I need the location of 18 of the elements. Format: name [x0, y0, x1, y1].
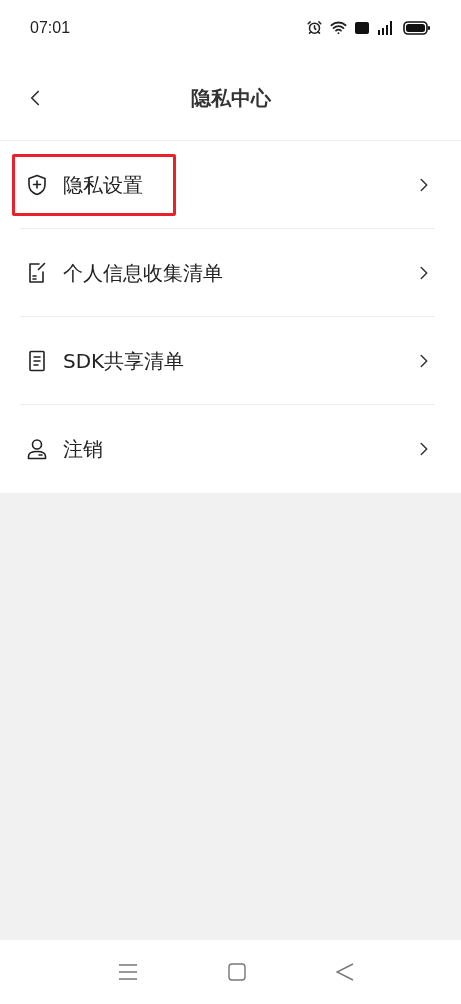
wifi-icon: [330, 19, 347, 36]
menu-item[interactable]: 隐私设置: [12, 154, 176, 216]
menu-item-label: SDK共享清单: [63, 348, 185, 375]
shield-plus-icon: [25, 173, 49, 197]
status-time: 07:01: [30, 17, 71, 38]
signal-icon: [377, 20, 395, 35]
menu-item-label: 注销: [63, 436, 103, 463]
alarm-icon: [307, 20, 322, 35]
menu-item-label: 个人信息收集清单: [63, 260, 223, 287]
menu-item[interactable]: SDK共享清单: [12, 330, 196, 392]
home-icon[interactable]: [227, 963, 246, 981]
battery-icon: [403, 20, 431, 35]
menu-item[interactable]: 个人信息收集清单: [12, 242, 234, 304]
menu-item[interactable]: 注销: [12, 418, 114, 480]
menu-icon[interactable]: [117, 963, 138, 981]
menu-item-label: 隐私设置: [63, 172, 143, 199]
page-title: 隐私中心: [190, 84, 271, 112]
person-icon: [25, 437, 49, 461]
